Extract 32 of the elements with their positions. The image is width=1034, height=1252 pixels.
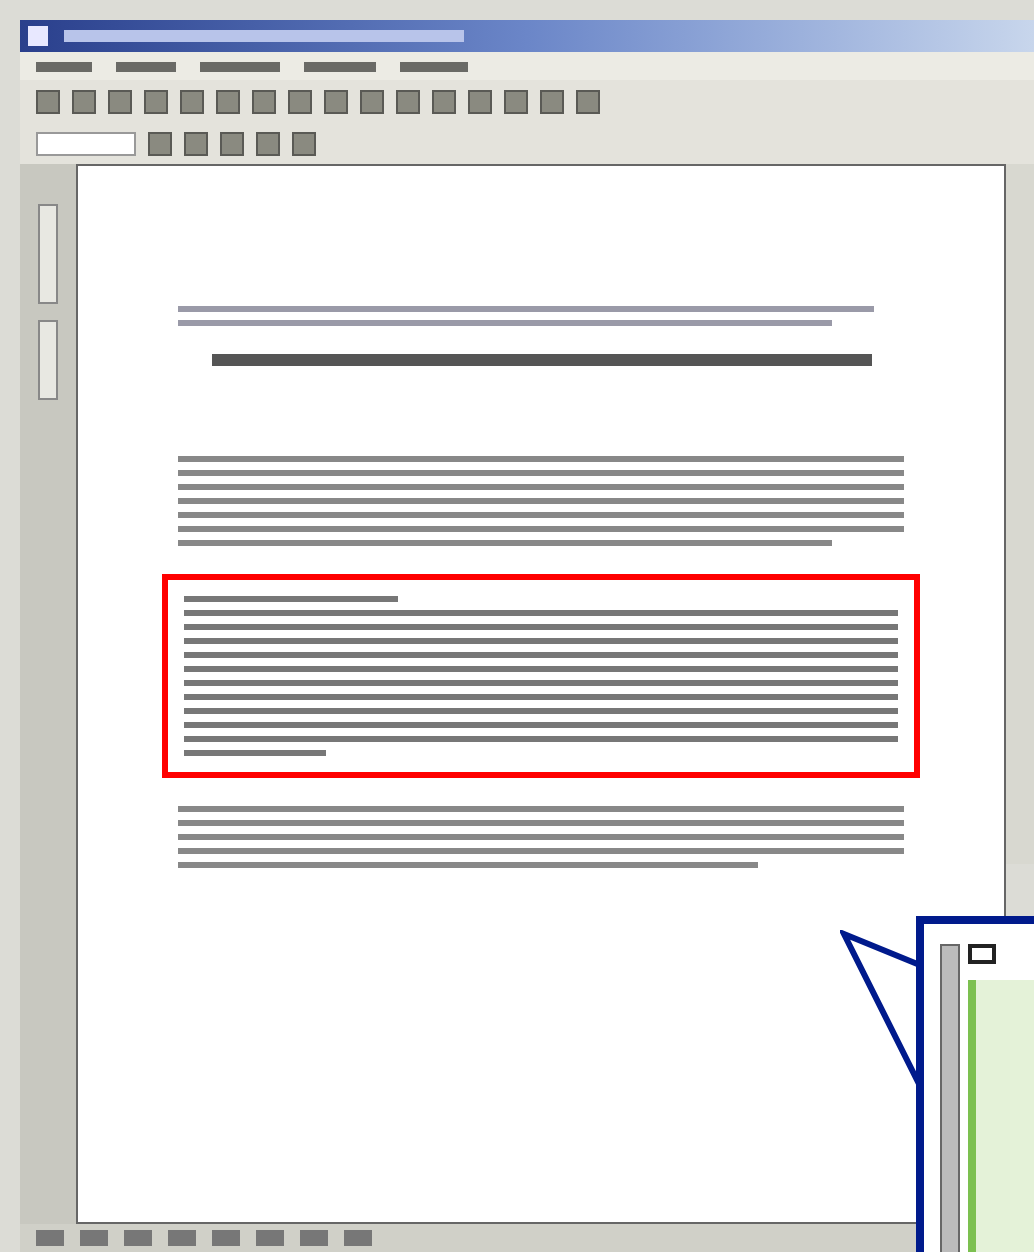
toolbar-icon[interactable] [36, 90, 60, 114]
menu-item[interactable] [36, 61, 92, 71]
scrollbar[interactable] [1006, 164, 1034, 864]
menu-item[interactable] [200, 61, 280, 71]
toolbar-icon[interactable] [216, 90, 240, 114]
toolbar-icon[interactable] [540, 90, 564, 114]
toolbar-icon[interactable] [504, 90, 528, 114]
toolbar-icon[interactable] [432, 90, 456, 114]
side-tab[interactable] [38, 320, 58, 400]
toolbar-icon[interactable] [576, 90, 600, 114]
toolbar-icon[interactable] [396, 90, 420, 114]
toolbar-icon[interactable] [148, 132, 172, 156]
toolbar-icon[interactable] [144, 90, 168, 114]
toolbar-icon[interactable] [468, 90, 492, 114]
menu-item[interactable] [400, 61, 468, 71]
toolbar-icon[interactable] [72, 90, 96, 114]
menu-item[interactable] [116, 61, 176, 71]
menu-item[interactable] [304, 61, 376, 71]
toolbar-icon[interactable] [292, 132, 316, 156]
toolbar-icon[interactable] [252, 90, 276, 114]
app-icon [28, 26, 48, 46]
app-icon [968, 944, 996, 964]
side-tab[interactable] [38, 204, 58, 304]
toolbar-icon[interactable] [324, 90, 348, 114]
toolbar-icon[interactable] [360, 90, 384, 114]
toolbar-icon[interactable] [184, 132, 208, 156]
toolbar-icon[interactable] [256, 132, 280, 156]
zoom-field[interactable] [36, 132, 136, 156]
toolbar-icon[interactable] [180, 90, 204, 114]
toolbar-icon[interactable] [108, 90, 132, 114]
toolbar-icon[interactable] [288, 90, 312, 114]
toolbar-icon[interactable] [220, 132, 244, 156]
